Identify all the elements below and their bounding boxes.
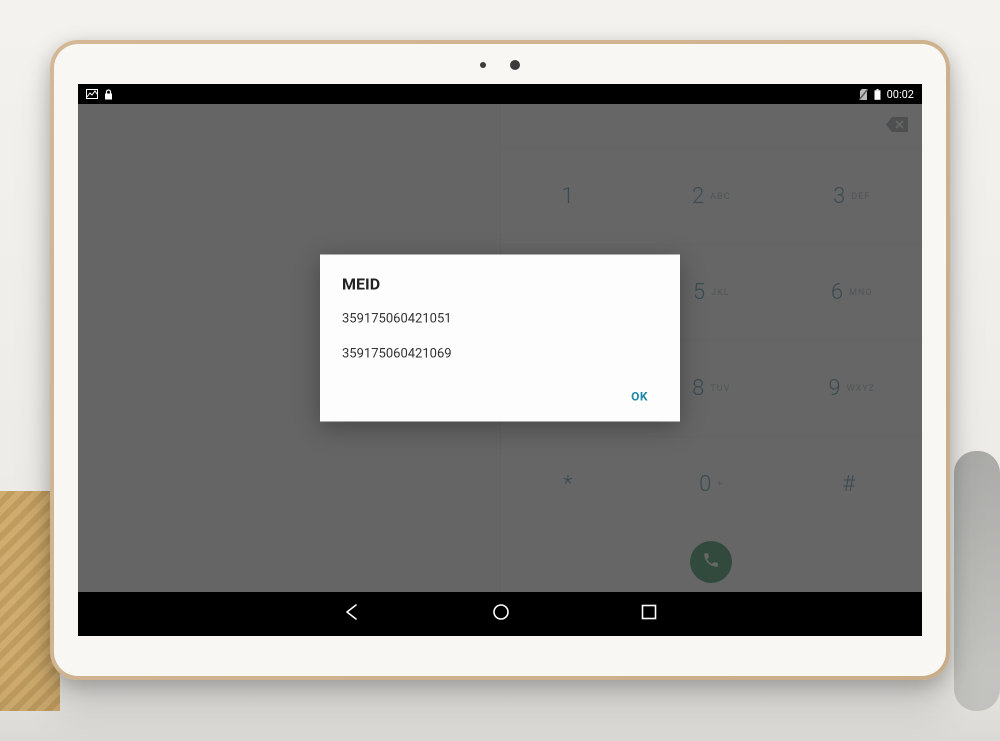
tablet-frame: 00:02 1 2ABC — [50, 40, 950, 680]
meid-dialog: MEID 359175060421051 359175060421069 OK — [320, 255, 680, 422]
app-area: 1 2ABC 3DEF 4GHI 5JKL 6MNO 7PQRS 8TUV 9W… — [78, 104, 922, 592]
home-icon — [491, 602, 511, 626]
status-time: 00:02 — [887, 88, 914, 101]
lock-icon — [104, 89, 113, 100]
nav-back-button[interactable] — [343, 603, 361, 625]
meid-value-2: 359175060421069 — [342, 347, 658, 362]
back-icon — [343, 603, 361, 625]
no-sim-icon — [859, 89, 868, 100]
status-bar: 00:02 — [78, 84, 922, 104]
meid-value-1: 359175060421051 — [342, 312, 658, 327]
nav-home-button[interactable] — [491, 602, 511, 626]
decor-shadow — [0, 671, 1000, 741]
tablet-bezel: 00:02 1 2ABC — [54, 44, 946, 676]
nav-recent-button[interactable] — [641, 604, 657, 624]
battery-icon — [874, 89, 881, 100]
recent-icon — [641, 604, 657, 624]
screen: 00:02 1 2ABC — [78, 84, 922, 636]
navigation-bar — [78, 592, 922, 636]
ok-button[interactable]: OK — [621, 382, 658, 412]
picture-icon — [86, 89, 98, 99]
camera-sensor — [480, 62, 486, 68]
dialog-title: MEID — [342, 275, 658, 294]
camera-lens — [510, 60, 520, 70]
